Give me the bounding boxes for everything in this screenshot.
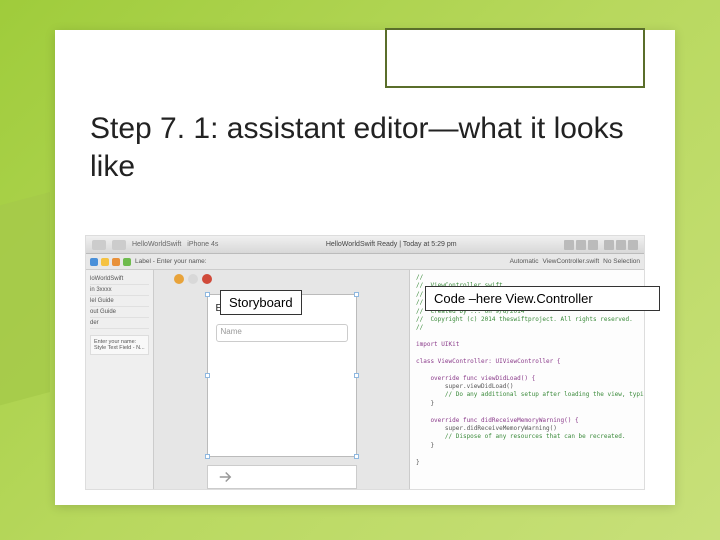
selection-handle [354,373,359,378]
corner-decoration [385,28,645,88]
jump-bar: Label - Enter your name: Automatic ViewC… [86,254,644,270]
assistant-mode: Automatic [510,258,539,265]
selection-handle [205,454,210,459]
nav-icons [90,258,131,266]
slide-card: Step 7. 1: assistant editor—what it look… [55,30,675,505]
device-label: iPhone 4s [187,241,218,248]
dot-icon [174,274,184,284]
selection-handle [205,373,210,378]
xcode-toolbar: HelloWorldSwift iPhone 4s HelloWorldSwif… [86,236,644,254]
dot-icon [188,274,198,284]
callout-storyboard: Storyboard [220,290,302,315]
code-line: // [416,299,423,306]
navigator-pane: loWorldSwift in 3xxxx lel Guide out Guid… [86,270,154,489]
scheme-label: HelloWorldSwift [132,241,181,248]
textfield-placeholder: Name [216,324,348,342]
phone-mockup: Enter your name: Name [207,294,357,457]
insp-row: Style Text Field - N... [94,345,145,351]
outline-inspector: Enter your name: Style Text Field - N... [90,335,149,355]
nav-item: out Guide [90,307,149,318]
nav-item: in 3xxxx [90,285,149,296]
assistant-selection: No Selection [603,258,640,265]
assistant-file: ViewController.swift [543,258,600,265]
dot-icon [202,274,212,284]
code-line: // [416,274,423,281]
view-pane-buttons [604,240,638,250]
warning-icon [101,258,109,266]
code-line: // Copyright (c) 2014 theswiftproject. A… [416,316,633,323]
code-line: override func didReceiveMemoryWarning() … [416,417,579,424]
code-line: import UIKit [416,341,459,348]
code-line: // [416,324,423,331]
code-line: super.didReceiveMemoryWarning() [416,425,557,432]
status-bar: HelloWorldSwift Ready | Today at 5:29 pm [224,241,558,248]
selection-handle [205,292,210,297]
nav-item: lel Guide [90,296,149,307]
callout-code: Code –here View.Controller [425,286,660,311]
selection-handle [354,454,359,459]
xcode-screenshot: HelloWorldSwift iPhone 4s HelloWorldSwif… [85,235,645,490]
slide-title: Step 7. 1: assistant editor—what it look… [90,110,650,185]
nav-item: loWorldSwift [90,274,149,285]
selection-handle [354,292,359,297]
code-line: override func viewDidLoad() { [416,375,535,382]
background-decoration [0,192,50,408]
code-line: } [416,442,434,449]
code-line: super.viewDidLoad() [416,383,514,390]
run-button-icon [92,240,106,250]
next-scene-arrow [207,465,357,489]
code-line: // Do any additional setup after loading… [416,391,644,398]
editor-mode-buttons [564,240,598,250]
folder-icon [90,258,98,266]
jump-bar-label: Label - Enter your name: [135,258,207,265]
code-line: } [416,400,434,407]
arrow-right-icon [216,468,234,486]
stop-button-icon [112,240,126,250]
code-line: class ViewController: UIViewController { [416,358,561,365]
canvas-tool-dots [174,274,212,284]
breakpoint-icon [112,258,120,266]
code-line: } [416,459,420,466]
code-line: // Dispose of any resources that can be … [416,433,626,440]
test-icon [123,258,131,266]
nav-item: der [90,318,149,329]
